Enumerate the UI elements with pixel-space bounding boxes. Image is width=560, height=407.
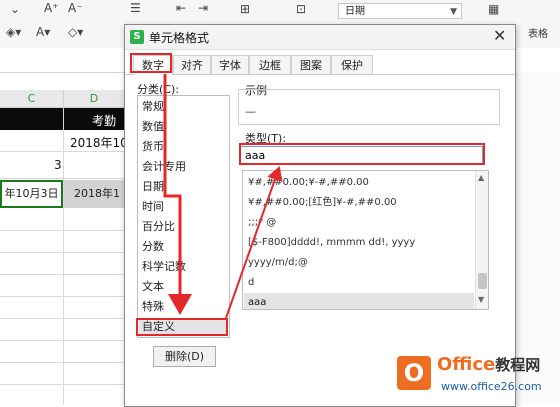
dialog-tabs: 数字 对齐 字体 边框 图案 保护 bbox=[125, 55, 515, 75]
format-item[interactable]: ;;;* @ bbox=[248, 213, 474, 232]
tab-pattern[interactable]: 图案 bbox=[291, 55, 331, 74]
merge-cells-icon[interactable]: ⊞ bbox=[240, 2, 250, 16]
category-item[interactable]: 百分比 bbox=[142, 218, 228, 236]
row-divider bbox=[0, 274, 124, 275]
clear-format-icon[interactable]: ◇▾ bbox=[68, 25, 83, 39]
scroll-up-icon[interactable]: ▲ bbox=[478, 173, 484, 182]
increase-font-icon[interactable]: A⁺ bbox=[44, 1, 59, 15]
tab-alignment[interactable]: 对齐 bbox=[173, 55, 211, 74]
row-divider bbox=[0, 296, 124, 297]
format-item[interactable]: ¥#,##0.00;¥-#,##0.00 bbox=[248, 173, 474, 192]
sample-value: — bbox=[245, 105, 256, 118]
category-item[interactable]: 特殊 bbox=[142, 298, 228, 316]
tab-font[interactable]: 字体 bbox=[211, 55, 249, 74]
row-divider bbox=[0, 318, 124, 319]
fill-color-icon[interactable]: ◈▾ bbox=[6, 25, 21, 39]
wrap-text-icon[interactable]: ⊡ bbox=[296, 2, 306, 16]
format-list-scrollbar[interactable]: ▲ ▼ bbox=[475, 171, 488, 309]
row-divider bbox=[0, 340, 124, 341]
row-divider bbox=[0, 151, 124, 152]
annotation-box-number-tab bbox=[130, 53, 172, 73]
tab-border[interactable]: 边框 bbox=[249, 55, 291, 74]
format-item[interactable]: ¥#,##0.00;[红色]¥-#,##0.00 bbox=[248, 193, 474, 212]
font-color-icon[interactable]: A▾ bbox=[36, 25, 50, 39]
office-logo-icon: O bbox=[397, 356, 431, 390]
selected-date-cell[interactable]: 年10月3日 bbox=[0, 180, 63, 208]
decrease-font-icon[interactable]: A⁻ bbox=[68, 1, 83, 15]
delete-button[interactable]: 删除(D) bbox=[153, 346, 216, 367]
annotation-box-type-input bbox=[239, 143, 485, 165]
dialog-titlebar[interactable]: S 单元格格式 ✕ bbox=[125, 25, 515, 50]
close-icon[interactable]: ✕ bbox=[493, 26, 506, 45]
office26-watermark: O Office教程网 www.office26.com bbox=[397, 352, 557, 398]
column-divider bbox=[63, 108, 64, 405]
watermark-brand: Office教程网 bbox=[437, 354, 540, 375]
category-item[interactable]: 日期 bbox=[142, 178, 228, 196]
format-item[interactable]: d bbox=[248, 273, 474, 292]
tab-protection[interactable]: 保护 bbox=[331, 55, 373, 74]
font-size-dropdown-icon[interactable]: ⌄ bbox=[10, 2, 20, 16]
format-list[interactable]: ¥#,##0.00;¥-#,##0.00 ¥#,##0.00;[红色]¥-#,#… bbox=[242, 170, 489, 310]
category-item[interactable]: 常规 bbox=[142, 98, 228, 116]
category-item[interactable]: 数值 bbox=[142, 118, 228, 136]
scroll-down-icon[interactable]: ▼ bbox=[478, 295, 484, 304]
dialog-title: 单元格格式 bbox=[149, 31, 210, 45]
row-divider bbox=[0, 384, 124, 385]
category-item[interactable]: 科学记数 bbox=[142, 258, 228, 276]
number-format-value: 日期 bbox=[345, 6, 365, 17]
category-list[interactable]: 常规 数值 货币 会计专用 日期 时间 百分比 分数 科学记数 文本 特殊 自定… bbox=[137, 95, 230, 338]
watermark-brand-zh: 教程网 bbox=[495, 356, 541, 374]
category-item[interactable]: 分数 bbox=[142, 238, 228, 256]
format-item[interactable]: [$-F800]dddd!, mmmm dd!, yyyy bbox=[248, 233, 474, 252]
indent-increase-icon[interactable]: ⇥ bbox=[198, 1, 208, 15]
date-cell-gray[interactable]: 2018年1 bbox=[64, 180, 124, 208]
category-item[interactable]: 文本 bbox=[142, 278, 228, 296]
column-header-c[interactable]: C bbox=[0, 90, 64, 108]
align-center-icon[interactable]: ☰ bbox=[130, 1, 141, 15]
number-format-select[interactable]: 日期 ▼ bbox=[338, 3, 462, 19]
column-header-d[interactable]: D bbox=[64, 90, 125, 108]
format-item[interactable]: yyyy/m/d;@ bbox=[248, 253, 474, 272]
chevron-down-icon: ▼ bbox=[450, 7, 457, 17]
table-style-label[interactable]: 表格 bbox=[528, 25, 548, 40]
category-item[interactable]: 时间 bbox=[142, 198, 228, 216]
category-item[interactable]: 货币 bbox=[142, 138, 228, 156]
indent-decrease-icon[interactable]: ⇤ bbox=[176, 1, 186, 15]
sample-box bbox=[238, 89, 500, 125]
row-divider bbox=[0, 362, 124, 363]
annotation-box-custom bbox=[136, 318, 228, 336]
row-divider bbox=[0, 230, 124, 231]
format-item-selected[interactable]: aaa bbox=[244, 293, 474, 309]
watermark-brand-en: Office bbox=[437, 354, 496, 375]
wps-s-icon: S bbox=[130, 30, 144, 44]
date-header-cell[interactable]: 2018年10 bbox=[70, 134, 128, 151]
format-cells-dialog: S 单元格格式 ✕ 数字 对齐 字体 边框 图案 保护 分类(C): 常规 数值… bbox=[124, 24, 516, 407]
row-divider bbox=[0, 252, 124, 253]
scroll-thumb[interactable] bbox=[478, 273, 487, 289]
watermark-url: www.office26.com bbox=[441, 380, 542, 393]
category-item[interactable]: 会计专用 bbox=[142, 158, 228, 176]
number-cell[interactable]: 3 bbox=[54, 158, 62, 172]
conditional-format-icon[interactable]: ▦ bbox=[488, 2, 499, 16]
attendance-title-cell[interactable]: 考勤 bbox=[92, 112, 116, 129]
row-divider bbox=[0, 178, 124, 179]
